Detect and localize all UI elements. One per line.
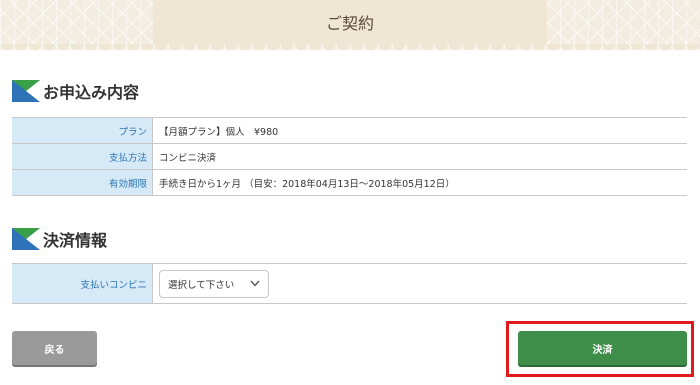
convenience-store-select[interactable]: 選択して下さい bbox=[159, 269, 269, 298]
table-row: 支払いコンビニ 選択して下さい bbox=[12, 263, 687, 304]
table-row: 有効期限 手続き日から1ヶ月 （目安：2018年04月13日〜2018年05月1… bbox=[12, 169, 687, 196]
row-value-payment-method: コンビニ決済 bbox=[152, 143, 687, 170]
select-value: 選択して下さい bbox=[168, 279, 235, 291]
header-scallop-edge bbox=[0, 44, 700, 56]
section-flag-icon bbox=[12, 80, 40, 102]
row-label-plan: プラン bbox=[12, 117, 153, 144]
section-title: 決済情報 bbox=[43, 231, 108, 250]
pay-button[interactable]: 決済 bbox=[518, 331, 687, 365]
row-label-expiry: 有効期限 bbox=[12, 169, 153, 196]
payment-table: 支払いコンビニ 選択して下さい bbox=[12, 263, 687, 304]
chevron-down-icon bbox=[250, 280, 260, 287]
page-title: ご契約 bbox=[325, 14, 374, 33]
section-title: お申込み内容 bbox=[43, 83, 140, 102]
section-flag-icon bbox=[12, 228, 40, 250]
payment-section-heading: 決済情報 bbox=[12, 228, 107, 250]
row-value-plan: 【月額プラン】個人 ¥980 bbox=[152, 117, 687, 144]
page-title-banner: ご契約 bbox=[153, 0, 547, 44]
row-value-expiry: 手続き日から1ヶ月 （目安：2018年04月13日〜2018年05月12日） bbox=[152, 169, 687, 196]
table-row: 支払方法 コンビニ決済 bbox=[12, 143, 687, 170]
application-section-heading: お申込み内容 bbox=[12, 80, 139, 102]
convenience-select-cell: 選択して下さい bbox=[152, 263, 687, 304]
row-label-payment-method: 支払方法 bbox=[12, 143, 153, 170]
back-button[interactable]: 戻る bbox=[12, 331, 97, 365]
table-row: プラン 【月額プラン】個人 ¥980 bbox=[12, 117, 687, 144]
row-label-convenience-store: 支払いコンビニ bbox=[12, 263, 153, 304]
application-table: プラン 【月額プラン】個人 ¥980 支払方法 コンビニ決済 有効期限 手続き日… bbox=[12, 117, 687, 196]
